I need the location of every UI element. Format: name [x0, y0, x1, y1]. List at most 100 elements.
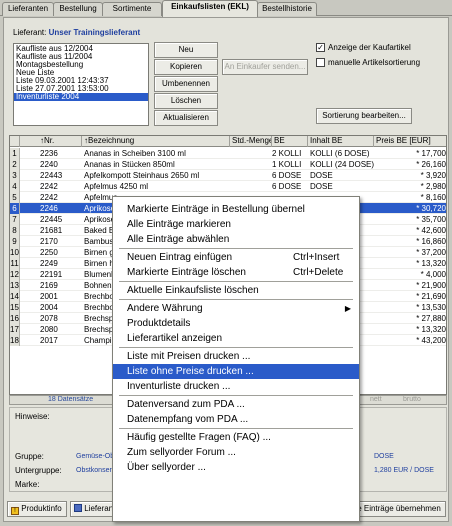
- cell-nr: 22191: [40, 270, 63, 279]
- menu-item[interactable]: Markierte Einträge löschen Ctrl+Delete: [113, 265, 359, 280]
- column-header-nr[interactable]: ↑Nr.: [38, 136, 82, 147]
- cell-nr: 2078: [40, 314, 58, 323]
- cell-nr: 2004: [40, 303, 58, 312]
- menu-item[interactable]: Produktdetails: [113, 316, 359, 331]
- tab-sortimente[interactable]: Sortimente: [102, 2, 162, 16]
- refresh-button[interactable]: Aktualisieren: [154, 110, 218, 126]
- cell-n: 10: [10, 247, 20, 258]
- cell-be: 2 KOLLI: [272, 149, 302, 158]
- shopping-lists-listbox[interactable]: Kaufliste aus 12/2004 Kaufliste aus 11/2…: [13, 43, 149, 126]
- subgroup-label: Untergruppe:: [15, 466, 62, 475]
- supplier-icon: [74, 504, 82, 512]
- productinfo-button[interactable]: ! Produktinfo: [7, 501, 67, 517]
- supplier-button-label: Lieferan: [84, 504, 114, 513]
- menu-item[interactable]: Inventurliste drucken ...: [113, 379, 359, 394]
- grid-header: ↑Nr. ↑Bezeichnung Std.-Menge BE Inhalt B…: [10, 136, 446, 147]
- net-toggle[interactable]: nett: [370, 396, 382, 403]
- cell-preis: * 8,160: [420, 193, 446, 202]
- cell-preis: * 13,320: [416, 325, 446, 334]
- menu-item-label: Zum sellyorder Forum ...: [127, 447, 236, 458]
- copy-button[interactable]: Kopieren: [154, 59, 218, 75]
- menu-item-label: Inventurliste drucken ...: [127, 381, 231, 392]
- accept-entries-button[interactable]: e Einträge übernehmen: [352, 501, 446, 517]
- table-row[interactable]: 4 2242 Apfelmus 4250 ml 6 DOSE DOSE * 2,980: [10, 181, 446, 192]
- menu-item[interactable]: Datenempfang vom PDA ...: [113, 412, 359, 427]
- column-header-bezeichnung[interactable]: ↑Bezeichnung: [82, 136, 230, 147]
- cell-nr: 2001: [40, 292, 58, 301]
- cell-preis: * 42,600: [416, 226, 446, 235]
- menu-item-label: Markierte Einträge löschen: [127, 267, 246, 278]
- menu-separator: [119, 299, 353, 300]
- manual-sort-label: manuelle Artikelsortierung: [328, 58, 421, 67]
- new-button[interactable]: Neu: [154, 42, 218, 58]
- cell-be: 6 DOSE: [272, 171, 302, 180]
- column-header-std-menge[interactable]: Std.-Menge: [230, 136, 272, 147]
- cell-preis: * 26,160: [416, 160, 446, 169]
- menu-item-highlighted[interactable]: Liste ohne Preise drucken ...: [113, 364, 359, 379]
- cell-n: 14: [10, 291, 20, 302]
- send-to-buyer-button[interactable]: An Einkaufer senden...: [222, 59, 308, 75]
- tab-einkaufslisten[interactable]: Einkaufslisten (EKL): [162, 0, 258, 17]
- table-row[interactable]: 1 2236 Ananas in Scheiben 3100 ml 2 KOLLI KO…: [10, 148, 446, 159]
- cell-nr: 2250: [40, 248, 58, 257]
- menu-item[interactable]: Andere Währung ▶: [113, 301, 359, 316]
- gross-toggle[interactable]: brutto: [403, 396, 421, 403]
- menu-item[interactable]: Lieferartikel anzeigen: [113, 331, 359, 346]
- cell-nr: 2246: [40, 204, 58, 213]
- cell-n: 6: [10, 203, 20, 214]
- column-header-preis-be[interactable]: Preis BE [EUR]: [374, 136, 446, 147]
- cell-n: 11: [10, 258, 20, 269]
- menu-item-label: Lieferartikel anzeigen: [127, 333, 223, 344]
- tab-bestellung[interactable]: Bestellung: [53, 2, 103, 16]
- menu-item[interactable]: Neuen Eintrag einfügen Ctrl+Insert: [113, 250, 359, 265]
- cell-n: 9: [10, 236, 20, 247]
- column-header-be[interactable]: BE: [272, 136, 308, 147]
- menu-item-label: Über sellyorder ...: [127, 462, 206, 473]
- cell-preis: * 21,690: [416, 292, 446, 301]
- cell-n: 16: [10, 313, 20, 324]
- table-row[interactable]: 2 2240 Ananas in Stücken 850ml 1 KOLLI KOLLI…: [10, 159, 446, 170]
- table-row[interactable]: 3 22443 Apfelkompott Steinhaus 2650 ml 6 DO…: [10, 170, 446, 181]
- cell-n: 4: [10, 181, 20, 192]
- menu-item[interactable]: Liste mit Preisen drucken ...: [113, 349, 359, 364]
- info-icon: !: [11, 507, 19, 515]
- menu-shortcut: Ctrl+Delete: [293, 267, 344, 278]
- menu-separator: [119, 248, 353, 249]
- manual-sort-checkbox[interactable]: manuelle Artikelsortierung: [316, 58, 420, 67]
- menu-separator: [119, 395, 353, 396]
- menu-item[interactable]: Aktuelle Einkaufsliste löschen: [113, 283, 359, 298]
- edit-sorting-button[interactable]: Sortierung bearbeiten...: [316, 108, 412, 124]
- cell-nr: 2169: [40, 281, 58, 290]
- show-articles-label: Anzeige der Kaufartikel: [328, 43, 411, 52]
- menu-item[interactable]: Häufig gestellte Fragen (FAQ) ...: [113, 430, 359, 445]
- list-item-selected[interactable]: Inventurliste 2004: [14, 93, 148, 101]
- cell-nr: 21681: [40, 226, 63, 235]
- menu-item[interactable]: Alle Einträge markieren: [113, 217, 359, 232]
- menu-item[interactable]: Über sellyorder ...: [113, 460, 359, 475]
- cell-preis: * 21,900: [416, 281, 446, 290]
- menu-item[interactable]: Alle Einträge abwählen: [113, 232, 359, 247]
- cell-nr: 2170: [40, 237, 58, 246]
- tab-bar: Lieferanten Bestellung Sortimente Einkau…: [0, 0, 452, 17]
- header-corner: [10, 136, 20, 147]
- menu-item[interactable]: Datenversand zum PDA ...: [113, 397, 359, 412]
- show-articles-checkbox[interactable]: ✓ Anzeige der Kaufartikel: [316, 43, 411, 52]
- tab-lieferanten[interactable]: Lieferanten: [2, 2, 54, 16]
- supplier-header: Lieferant: Unser Trainingslieferant: [13, 28, 140, 37]
- cell-preis: * 13,530: [416, 303, 446, 312]
- column-header-inhalt-be[interactable]: Inhalt BE: [308, 136, 374, 147]
- cell-be: 6 DOSE: [272, 182, 302, 191]
- checkmark-icon: ✓: [316, 43, 325, 52]
- group-label: Gruppe:: [15, 452, 44, 461]
- delete-button[interactable]: Löschen: [154, 93, 218, 109]
- rename-button[interactable]: Umbenennen: [154, 76, 218, 92]
- hints-label: Hinweise:: [15, 412, 50, 421]
- menu-item-label: Alle Einträge abwählen: [127, 234, 230, 245]
- menu-item[interactable]: Markierte Einträge in Bestellung übernel: [113, 202, 359, 217]
- menu-item-label: Häufig gestellte Fragen (FAQ) ...: [127, 432, 271, 443]
- submenu-arrow-icon: ▶: [344, 304, 351, 313]
- cell-preis: * 35,700: [416, 215, 446, 224]
- tab-bestellhistorie[interactable]: Bestellhistorie: [257, 2, 317, 16]
- menu-item[interactable]: Zum sellyorder Forum ...: [113, 445, 359, 460]
- price-value: 1,280 EUR / DOSE: [374, 467, 434, 474]
